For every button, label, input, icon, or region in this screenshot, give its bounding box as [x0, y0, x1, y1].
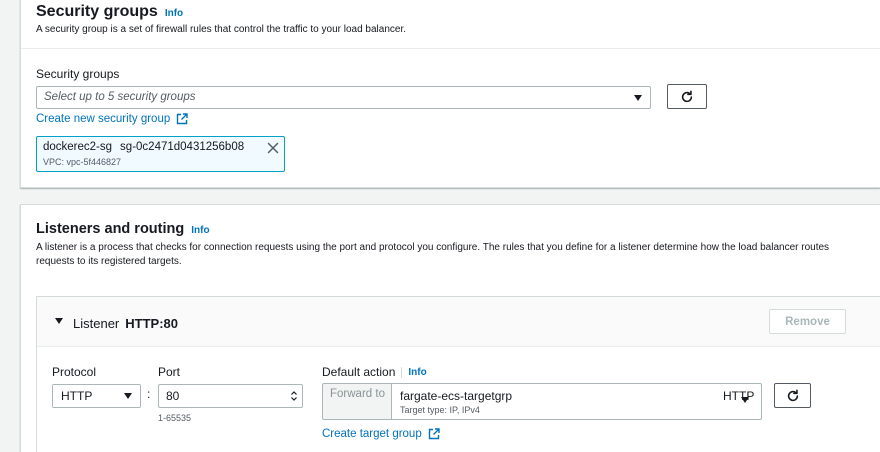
security-groups-title: Security groups	[36, 3, 158, 20]
protocol-label: Protocol	[52, 365, 97, 379]
token-name: dockerec2-sg	[43, 141, 113, 153]
listener-container: Listener HTTP:80 Remove Protocol HTTP : …	[36, 296, 880, 452]
close-icon	[267, 142, 279, 154]
remove-listener-button[interactable]: Remove	[769, 309, 846, 334]
section-divider	[21, 48, 880, 49]
protocol-value: HTTP	[61, 389, 93, 403]
create-security-group-link[interactable]: Create new security group	[36, 113, 188, 125]
caret-down-icon	[55, 317, 63, 324]
target-group-type: Target type: IP, IPv4	[400, 405, 480, 415]
caret-down-icon	[741, 397, 749, 403]
security-groups-field-label: Security groups	[36, 67, 120, 81]
stepper-icon[interactable]	[290, 390, 298, 402]
port-label: Port	[158, 365, 181, 379]
security-groups-panel: Security groups Info A security group is…	[20, 0, 880, 188]
port-input[interactable]: 80	[158, 384, 303, 408]
create-target-group-label: Create target group	[322, 428, 422, 440]
listener-label: Listener	[73, 316, 120, 331]
remove-token-button[interactable]	[267, 141, 281, 155]
refresh-icon	[787, 389, 798, 401]
port-hint: 1-65535	[158, 413, 192, 423]
listener-name: HTTP:80	[125, 316, 178, 331]
security-groups-placeholder: Select up to 5 security groups	[44, 91, 196, 103]
security-group-token: dockerec2-sg sg-0c2471d0431256b08 VPC: v…	[36, 136, 285, 172]
forward-to-addon: Forward to	[322, 383, 391, 420]
security-groups-description: A security group is a set of firewall ru…	[36, 24, 407, 35]
listener-toggle[interactable]: Listener HTTP:80	[55, 316, 178, 331]
external-link-icon	[177, 113, 188, 125]
refresh-icon	[681, 90, 693, 102]
caret-down-icon	[634, 95, 642, 101]
port-value: 80	[166, 389, 180, 403]
target-group-name: fargate-ecs-targetgrp	[400, 389, 513, 403]
listeners-info-link[interactable]: Info	[191, 225, 209, 236]
security-groups-info-link[interactable]: Info	[165, 8, 183, 19]
token-vpc: VPC: vpc-5f446827	[43, 157, 122, 167]
protocol-port-separator: :	[147, 387, 151, 401]
label-divider	[401, 366, 403, 378]
forward-to-label: Forward to	[330, 388, 385, 400]
security-groups-select[interactable]: Select up to 5 security groups	[36, 86, 651, 109]
protocol-select[interactable]: HTTP	[52, 384, 141, 408]
create-security-group-label: Create new security group	[36, 113, 171, 125]
target-group-select[interactable]: fargate-ecs-targetgrp Target type: IP, I…	[391, 383, 762, 420]
listeners-panel: Listeners and routing Info A listener is…	[20, 204, 880, 452]
caret-down-icon	[124, 393, 132, 399]
default-action-label: Default action	[322, 365, 396, 379]
target-group-protocol: HTTP	[723, 389, 755, 403]
create-target-group-link[interactable]: Create target group	[322, 428, 440, 440]
listeners-title: Listeners and routing	[36, 221, 185, 237]
refresh-security-groups-button[interactable]	[667, 84, 707, 109]
external-link-icon	[428, 428, 440, 440]
default-action-info-link[interactable]: Info	[408, 367, 426, 378]
remove-listener-label: Remove	[785, 315, 830, 328]
listener-header: Listener HTTP:80 Remove	[37, 297, 880, 347]
refresh-target-groups-button[interactable]	[774, 383, 811, 408]
listeners-description: A listener is a process that checks for …	[36, 242, 830, 267]
token-id: sg-0c2471d0431256b08	[120, 141, 245, 153]
